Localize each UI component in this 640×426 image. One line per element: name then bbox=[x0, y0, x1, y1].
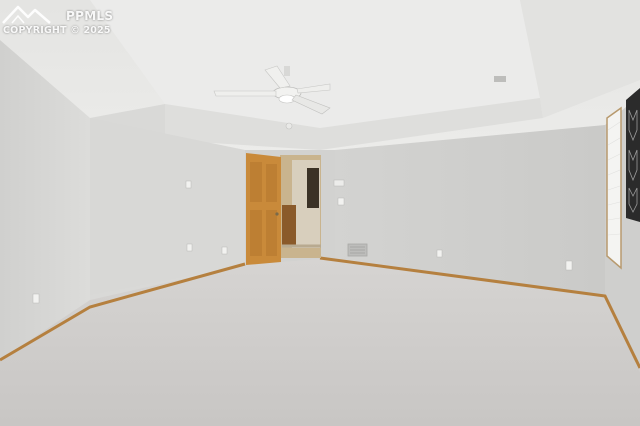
thermostat bbox=[333, 179, 345, 187]
outlet bbox=[436, 249, 443, 258]
ceiling-vent bbox=[494, 76, 506, 82]
mountain-logo-icon bbox=[2, 5, 51, 24]
watermark-brand: PPMLS bbox=[66, 9, 114, 23]
room-photo: PPMLS COPYRIGHT © 2025 bbox=[0, 0, 640, 426]
outlet bbox=[186, 243, 193, 252]
outlet bbox=[565, 260, 573, 271]
stair-railing bbox=[282, 205, 296, 245]
hallway-picture bbox=[307, 168, 319, 208]
room-scene bbox=[0, 0, 640, 426]
outlet bbox=[32, 293, 40, 304]
wall-art bbox=[626, 88, 640, 222]
outlet bbox=[221, 246, 228, 255]
light-switch bbox=[185, 180, 192, 189]
light-switch bbox=[337, 197, 345, 206]
door-knob bbox=[275, 212, 279, 216]
smoke-detector bbox=[285, 122, 293, 130]
watermark-copyright: COPYRIGHT © 2025 bbox=[3, 25, 111, 36]
ppmls-watermark: PPMLS COPYRIGHT © 2025 bbox=[2, 2, 132, 36]
